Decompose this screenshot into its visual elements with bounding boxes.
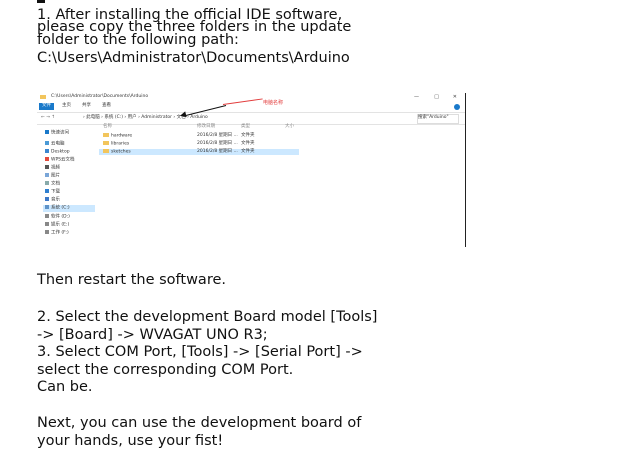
step2-line2: -> [Board] -> WVAGAT UNO R3; xyxy=(37,327,268,343)
file-row-sketches[interactable]: sketches 2016/2/8 星期日 ... 文件夹 xyxy=(99,149,299,155)
file-row-hardware[interactable]: hardware 2016/2/8 星期日 ... 文件夹 xyxy=(99,133,299,139)
closing-line1: Next, you can use the development board … xyxy=(37,415,362,431)
file-date: 2016/2/8 星期日 ... xyxy=(197,133,238,138)
wps-icon xyxy=(45,157,49,161)
video-icon xyxy=(45,165,49,169)
column-date[interactable]: 修改日期 xyxy=(197,124,215,130)
step3-line3: Can be. xyxy=(37,379,93,395)
folder-icon xyxy=(103,149,109,153)
navigation-pane: 快速访问 云电脑 Desktop WPS云文档 视频 图片 文档 下载 音乐 系… xyxy=(37,124,95,247)
file-type: 文件夹 xyxy=(241,141,255,146)
folder-icon xyxy=(40,95,46,99)
address-bar[interactable]: › 此电脑 › 系统 (C:) › 用户 › Administrator › 文… xyxy=(83,114,403,122)
sidebar-item-videos[interactable]: 视频 xyxy=(45,165,60,172)
sidebar-item-desktop[interactable]: Desktop xyxy=(45,149,70,156)
tab-view[interactable]: 查看 xyxy=(99,103,114,110)
explorer-title-path: C:\Users\Administrator\Documents\Arduino xyxy=(51,94,149,99)
maximize-button[interactable]: □ xyxy=(434,94,439,100)
explorer-ribbon: 文件 主页 共享 查看 xyxy=(37,102,465,111)
step2-line1: 2. Select the development Board model [T… xyxy=(37,309,378,325)
sidebar-item-downloads[interactable]: 下载 xyxy=(45,189,60,196)
column-type[interactable]: 类型 xyxy=(241,124,250,130)
install-path: C:\Users\Administrator\Documents\Arduino xyxy=(37,50,350,66)
file-name: sketches xyxy=(111,149,131,155)
annotation-label: 电脑名称 xyxy=(263,100,284,106)
close-button[interactable]: ✕ xyxy=(453,94,457,100)
file-row-libraries[interactable]: libraries 2016/2/8 星期日 ... 文件夹 xyxy=(99,141,299,147)
file-name: hardware xyxy=(111,133,133,139)
desktop-icon xyxy=(45,149,49,153)
step3-line1: 3. Select COM Port, [Tools] -> [Serial P… xyxy=(37,344,363,360)
sidebar-item-pictures[interactable]: 图片 xyxy=(45,173,60,180)
minimize-button[interactable]: — xyxy=(414,94,419,100)
star-icon xyxy=(45,130,49,134)
file-date: 2016/2/8 星期日 ... xyxy=(197,141,238,146)
nav-arrows[interactable]: ← → ↑ xyxy=(41,115,55,121)
sidebar-item-drive-d[interactable]: 软件 (D:) xyxy=(45,214,70,221)
sidebar-item-wps[interactable]: WPS云文档 xyxy=(45,157,75,164)
column-name[interactable]: 名称 xyxy=(103,124,112,130)
breadcrumb[interactable]: › 此电脑 › 系统 (C:) › 用户 › Administrator › 文… xyxy=(83,115,208,121)
sidebar-item-music[interactable]: 音乐 xyxy=(45,197,60,204)
sidebar-item-documents[interactable]: 文档 xyxy=(45,181,60,188)
sidebar-item-cloud-pc[interactable]: 云电脑 xyxy=(45,141,65,148)
sidebar-item-quick-access[interactable]: 快速访问 xyxy=(45,130,69,137)
sidebar-item-drive-c[interactable]: 系统 (C:) xyxy=(43,205,95,212)
file-list: 名称 修改日期 类型 大小 hardware 2016/2/8 星期日 ... … xyxy=(99,124,465,247)
search-input[interactable]: 搜索"Arduino" xyxy=(417,114,459,124)
cloud-icon xyxy=(45,141,49,145)
folder-icon xyxy=(103,141,109,145)
step1-line3: folder to the following path: xyxy=(37,32,239,48)
closing-line2: your hands, use your fist! xyxy=(37,433,224,449)
music-icon xyxy=(45,197,49,201)
tab-file[interactable]: 文件 xyxy=(39,103,54,110)
sidebar-item-drive-f[interactable]: 工作 (F:) xyxy=(45,230,69,237)
sidebar-item-drive-e[interactable]: 娱乐 (E:) xyxy=(45,222,69,229)
file-type: 文件夹 xyxy=(241,149,255,154)
drive-icon xyxy=(45,214,49,218)
restart-instruction: Then restart the software. xyxy=(37,272,226,288)
picture-icon xyxy=(45,173,49,177)
tab-home[interactable]: 主页 xyxy=(59,103,74,110)
tab-share[interactable]: 共享 xyxy=(79,103,94,110)
step3-line2: select the corresponding COM Port. xyxy=(37,362,294,378)
explorer-screenshot: C:\Users\Administrator\Documents\Arduino… xyxy=(37,93,466,247)
download-icon xyxy=(45,189,49,193)
help-icon[interactable] xyxy=(454,104,460,110)
file-name: libraries xyxy=(111,141,130,147)
drive-icon xyxy=(45,205,49,209)
drive-icon xyxy=(45,222,49,226)
file-date: 2016/2/8 星期日 ... xyxy=(197,149,238,154)
file-type: 文件夹 xyxy=(241,133,255,138)
drive-icon xyxy=(45,230,49,234)
document-icon xyxy=(45,181,49,185)
column-size[interactable]: 大小 xyxy=(285,124,294,130)
folder-icon xyxy=(103,133,109,137)
cropped-text-fragment xyxy=(37,0,45,3)
